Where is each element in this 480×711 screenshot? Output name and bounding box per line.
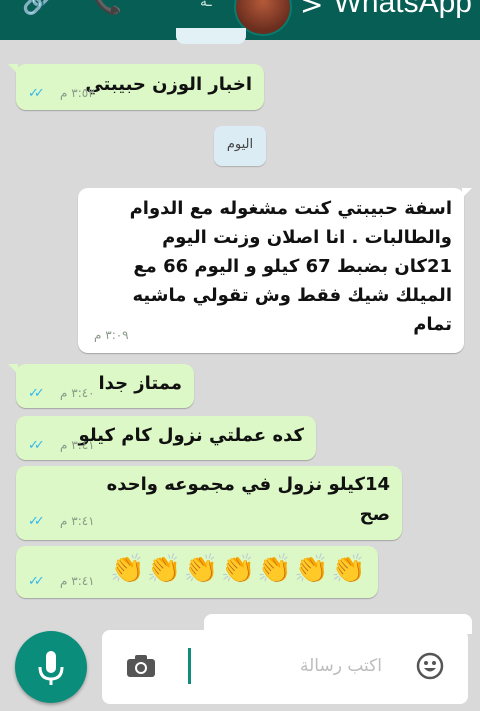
read-receipt-icon: ✓✓ [28, 386, 45, 401]
message-time: ٣:٥٣ م [60, 86, 95, 100]
message-text-line: والطالبات . انا اصلان وزنت اليوم [162, 227, 452, 248]
message-bubble-outgoing[interactable]: 👏👏👏👏👏👏👏 ✓✓ ٣:٤١ م [16, 546, 378, 598]
app-title: WhatsApp [333, 0, 472, 19]
message-bubble-outgoing[interactable]: 14كيلو نزول في مجموعه واحده صح ✓✓ ٣:٤١ م [16, 466, 402, 540]
mic-icon [38, 651, 64, 685]
message-input[interactable]: اكتب رسالة [300, 656, 382, 676]
read-receipt-icon: ✓✓ [28, 514, 45, 529]
message-time: ٣:٤١ م [60, 438, 95, 452]
attach-icon[interactable]: 🔗 [22, 0, 52, 16]
message-time: ٣:٤١ م [60, 514, 95, 528]
message-bubble-outgoing[interactable]: كده عملتي نزول كام كيلو ✓✓ ٣:٤١ م [16, 416, 316, 460]
read-receipt-icon: ✓✓ [28, 438, 45, 453]
message-bubble-outgoing[interactable]: ممتاز جدا ✓✓ ٣:٤٠ م [8, 364, 194, 408]
previous-message-stub [176, 28, 246, 44]
call-icon[interactable]: 📞 [92, 0, 122, 16]
message-time: ٣:٠٩ م [94, 328, 129, 342]
mic-button[interactable] [15, 631, 87, 703]
date-separator: اليوم [214, 126, 266, 166]
message-text-line: تمام [413, 314, 452, 335]
message-time: ٣:٤٠ م [60, 386, 95, 400]
message-text-line: الميلك شيك فقط وش تقولي ماشيه [132, 285, 452, 306]
message-text: اخبار الوزن حبيبتي [85, 74, 252, 95]
message-text-line: 14كيلو نزول في مجموعه واحده [106, 474, 390, 495]
text-cursor [188, 648, 191, 684]
read-receipt-icon: ✓✓ [28, 86, 45, 101]
message-text-line: 21كان بضبط 67 كيلو و اليوم 66 مع [133, 256, 452, 277]
message-text-line: صح [359, 504, 390, 525]
contact-name-fragment: ـه [200, 0, 212, 10]
clapping-hands-emoji: 👏👏👏👏👏👏👏 [109, 552, 368, 585]
camera-icon[interactable] [126, 654, 156, 678]
message-text: ممتاز جدا [98, 373, 183, 394]
emoji-icon[interactable] [416, 652, 444, 680]
message-bubble-incoming[interactable]: اسفة حبيبتي كنت مشغوله مع الدوام والطالب… [78, 188, 472, 353]
message-composer[interactable] [102, 630, 468, 704]
message-text: كده عملتي نزول كام كيلو [78, 425, 304, 446]
message-time: ٣:٤١ م [60, 574, 95, 588]
message-text-line: اسفة حبيبتي كنت مشغوله مع الدوام [129, 198, 452, 219]
back-arrow-icon[interactable]: > [300, 0, 323, 21]
message-bubble-outgoing[interactable]: اخبار الوزن حبيبتي ✓✓ ٣:٥٣ م [8, 64, 264, 110]
read-receipt-icon: ✓✓ [28, 574, 45, 589]
